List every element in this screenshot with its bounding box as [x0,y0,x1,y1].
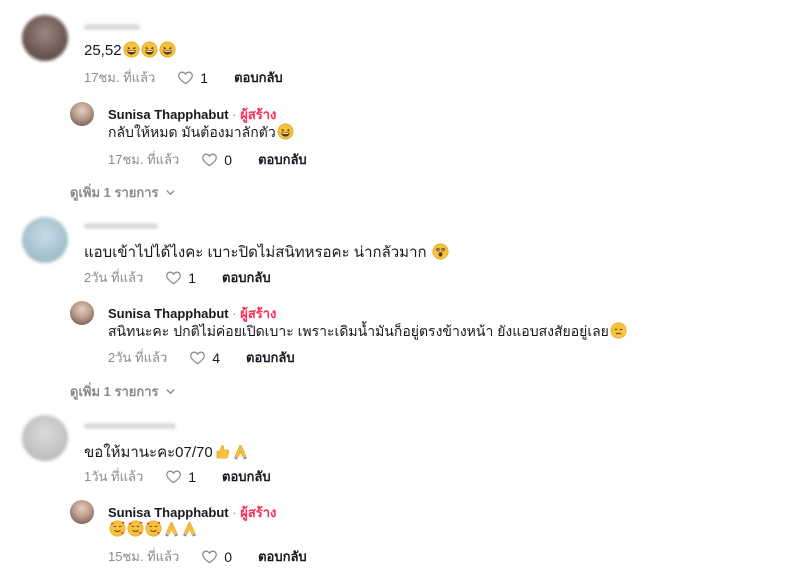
like-count: 0 [224,151,233,168]
heart-icon [190,351,206,365]
like-button[interactable]: 1 [165,269,196,286]
creator-badge: ผู้สร้าง [240,505,277,520]
comment-text: ขอให้มานะคะ07/70 [84,440,249,464]
reply-text-content: กลับให้หมด มันต้องมาลักตัว [108,124,276,140]
creator-avatar[interactable] [70,102,94,126]
reply-text-content: สนิทนะคะ ปกติไม่ค่อยเปิดเบาะ เพราะเดิมน้… [108,323,609,339]
commenter-name-blurred[interactable] [84,24,140,30]
laughing-emoji-icon [158,41,176,59]
reply-button[interactable]: ตอบกลับ [222,267,271,288]
reply-meta: 17ชม. ที่แล้ว 0 ตอบกลับ [108,149,307,170]
heart-icon [202,550,218,564]
commenter-name-blurred[interactable] [84,223,158,229]
praying-hands-emoji-icon [180,521,198,537]
reply-author[interactable]: Sunisa Thapphabut [108,306,229,321]
sad-emoji-icon [609,322,627,339]
comment-text: แอบเข้าไปได้ไงคะ เบาะปิดไม่สนิทหรอคะ น่า… [84,240,449,264]
comment-time: 2วัน ที่แล้ว [84,270,144,285]
smiling-hearts-emoji-icon [126,520,144,537]
creator-badge: ผู้สร้าง [240,306,277,321]
like-button[interactable]: 0 [201,151,232,168]
separator-dot: · [232,306,237,321]
reply-text [108,520,198,537]
reply-author[interactable]: Sunisa Thapphabut [108,107,229,122]
thumbs-up-emoji-icon [213,444,231,461]
laughing-emoji-icon [122,41,140,59]
commenter-name-blurred[interactable] [84,423,176,429]
like-button[interactable]: 1 [177,69,208,86]
praying-hands-emoji-icon [162,521,180,537]
reply-button[interactable]: ตอบกลับ [222,466,271,487]
view-more-replies[interactable]: ดูเพิ่ม 1 รายการ [70,381,176,402]
praying-hands-emoji-icon [231,444,249,461]
commenter-avatar[interactable] [22,415,68,461]
creator-avatar[interactable] [70,500,94,524]
heart-icon [202,153,218,167]
reply-text: สนิทนะคะ ปกติไม่ค่อยเปิดเบาะ เพราะเดิมน้… [108,321,627,343]
like-button[interactable]: 1 [165,468,196,485]
like-count: 0 [224,548,233,565]
chevron-down-icon [165,389,175,395]
comment-time: 1วัน ที่แล้ว [84,469,144,484]
heart-icon [178,71,194,85]
reply-time: 15ชม. ที่แล้ว [108,549,180,564]
separator-dot: · [232,107,237,122]
chevron-down-icon [165,190,175,196]
like-button[interactable]: 0 [201,548,232,565]
creator-badge: ผู้สร้าง [240,107,277,122]
reply-button[interactable]: ตอบกลับ [258,546,307,567]
reply-time: 2วัน ที่แล้ว [108,350,168,365]
reply-button[interactable]: ตอบกลับ [246,347,295,368]
comment-time: 17ชม. ที่แล้ว [84,70,156,85]
reply-author[interactable]: Sunisa Thapphabut [108,505,229,520]
commenter-avatar[interactable] [22,15,68,61]
heart-icon [166,470,182,484]
comment-text: 25,52 [84,41,176,59]
reply-meta: 15ชม. ที่แล้ว 0 ตอบกลับ [108,546,307,567]
creator-avatar[interactable] [70,301,94,325]
reply-button[interactable]: ตอบกลับ [234,67,283,88]
commenter-avatar[interactable] [22,217,68,263]
comment-meta: 2วัน ที่แล้ว 1 ตอบกลับ [84,267,271,288]
reply-meta: 2วัน ที่แล้ว 4 ตอบกลับ [108,347,295,368]
view-more-label: ดูเพิ่ม 1 รายการ [70,185,159,200]
comment-text-content: ขอให้มานะคะ07/70 [84,444,213,461]
view-more-replies[interactable]: ดูเพิ่ม 1 รายการ [70,182,176,203]
laughing-emoji-icon [276,123,294,140]
comment-text-content: แอบเข้าไปได้ไงคะ เบาะปิดไม่สนิทหรอคะ น่า… [84,244,427,261]
like-button[interactable]: 4 [189,349,220,366]
view-more-label: ดูเพิ่ม 1 รายการ [70,384,159,399]
reply-button[interactable]: ตอบกลับ [258,149,307,170]
like-count: 1 [188,468,197,485]
comment-text-content: 25,52 [84,42,122,59]
heart-icon [166,271,182,285]
like-count: 1 [200,69,209,86]
comment-meta: 17ชม. ที่แล้ว 1 ตอบกลับ [84,67,283,88]
comment-meta: 1วัน ที่แล้ว 1 ตอบกลับ [84,466,271,487]
shocked-emoji-icon [431,243,449,261]
like-count: 4 [212,349,221,366]
reply-time: 17ชม. ที่แล้ว [108,152,180,167]
laughing-emoji-icon [140,41,158,59]
like-count: 1 [188,269,197,286]
reply-text: กลับให้หมด มันต้องมาลักตัว [108,122,294,144]
smiling-hearts-emoji-icon [108,520,126,537]
smiling-hearts-emoji-icon [144,520,162,537]
separator-dot: · [232,505,237,520]
